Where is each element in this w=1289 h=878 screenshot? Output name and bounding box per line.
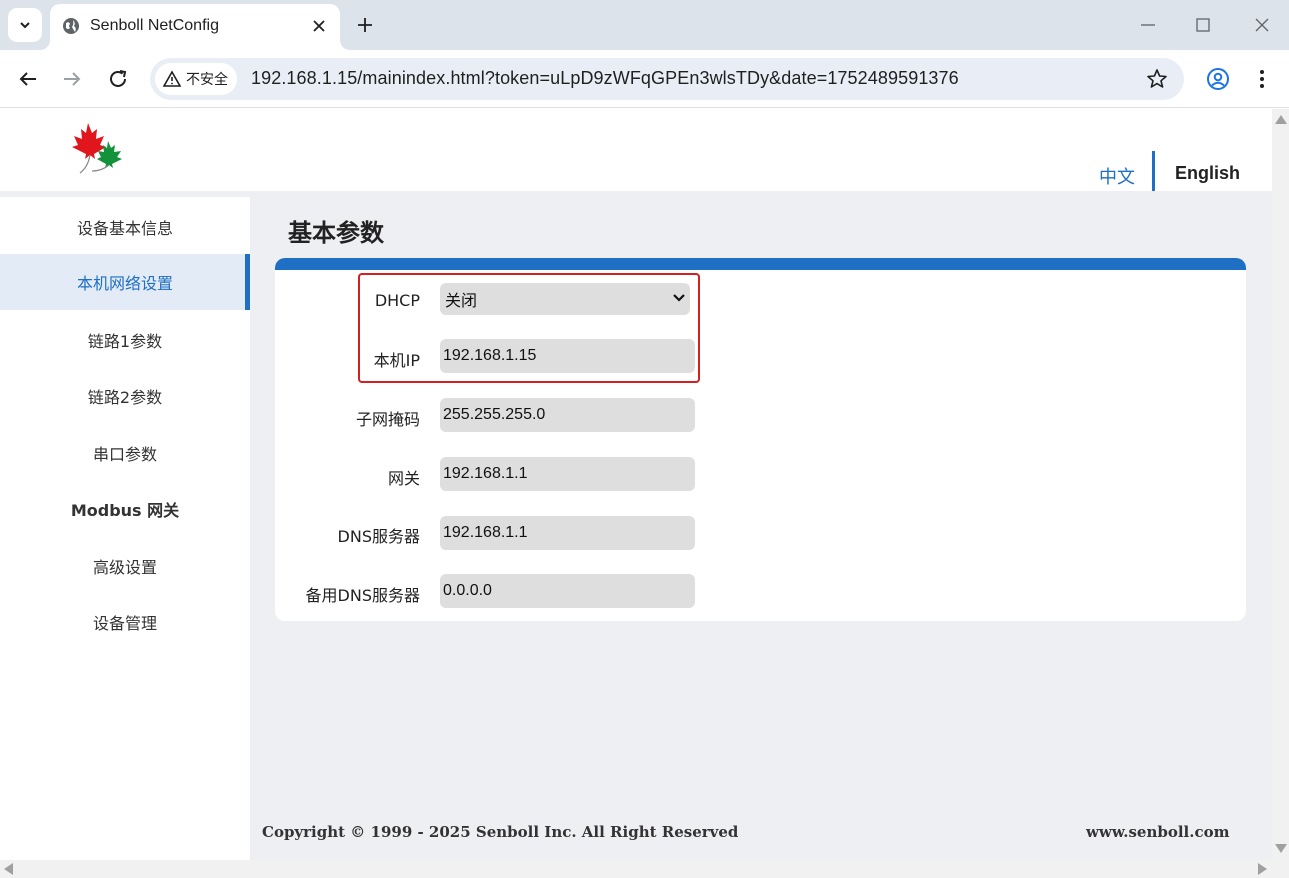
dhcp-label: DHCP <box>374 291 420 310</box>
sidebar-item-network-settings[interactable]: 本机网络设置 <box>0 254 250 310</box>
language-english-link[interactable]: English <box>1175 163 1240 184</box>
horizontal-scrollbar[interactable] <box>0 860 1272 878</box>
footer-copyright: Copyright © 1999 - 2025 Senboll Inc. All… <box>262 823 739 841</box>
security-chip[interactable]: 不安全 <box>155 63 237 95</box>
chevron-down-icon <box>673 294 685 302</box>
sidebar-item-modbus-gateway[interactable]: Modbus 网关 <box>0 481 250 537</box>
card-accent-bar <box>275 258 1246 270</box>
tab-title: Senboll NetConfig <box>90 17 219 34</box>
browser-toolbar: 不安全 192.168.1.15/mainindex.html?token=uL… <box>0 50 1289 108</box>
window-close-icon[interactable] <box>1251 14 1273 36</box>
language-chinese-link[interactable]: 中文 <box>1099 163 1135 189</box>
kebab-menu-icon[interactable] <box>1252 67 1272 91</box>
vertical-scrollbar[interactable] <box>1272 109 1289 860</box>
dhcp-selected-value: 关闭 <box>445 291 478 310</box>
gateway-input[interactable]: 192.168.1.1 <box>440 457 695 491</box>
address-bar[interactable]: 不安全 192.168.1.15/mainindex.html?token=uL… <box>150 58 1184 100</box>
subnet-input[interactable]: 255.255.255.0 <box>440 398 695 432</box>
profile-icon[interactable] <box>1206 67 1230 91</box>
new-tab-icon[interactable] <box>354 14 376 36</box>
reload-icon[interactable] <box>106 67 130 91</box>
footer-website[interactable]: www.senboll.com <box>1086 823 1229 841</box>
ip-label: 本机IP <box>373 351 420 370</box>
bookmark-star-icon[interactable] <box>1146 68 1168 90</box>
close-icon[interactable] <box>310 17 328 35</box>
sidebar-item-link2-params[interactable]: 链路2参数 <box>0 368 250 424</box>
security-label: 不安全 <box>186 72 228 88</box>
site-header: 中文 English <box>0 109 1272 191</box>
dns-label: DNS服务器 <box>337 527 420 546</box>
tab-strip: Senboll NetConfig <box>0 0 1289 50</box>
sidebar-item-device-management[interactable]: 设备管理 <box>0 594 250 650</box>
sidebar-item-link1-params[interactable]: 链路1参数 <box>0 312 250 368</box>
chevron-down-icon <box>20 22 30 29</box>
sidebar-nav: 设备基本信息 本机网络设置 链路1参数 链路2参数 串口参数 Modbus 网关… <box>0 197 250 860</box>
sidebar-item-device-info[interactable]: 设备基本信息 <box>0 199 250 255</box>
url-text[interactable]: 192.168.1.15/mainindex.html?token=uLpD9z… <box>251 68 959 89</box>
globe-icon <box>63 18 79 34</box>
maximize-icon[interactable] <box>1192 14 1214 36</box>
warning-icon <box>163 70 181 87</box>
maple-leaf-logo <box>72 123 122 174</box>
scroll-up-arrow[interactable] <box>1275 115 1287 124</box>
dhcp-select[interactable]: 关闭 <box>440 283 690 315</box>
language-divider <box>1152 151 1155 191</box>
scroll-left-arrow[interactable] <box>4 863 13 875</box>
back-arrow-icon[interactable] <box>16 67 40 91</box>
scroll-right-arrow[interactable] <box>1258 863 1267 875</box>
gateway-label: 网关 <box>387 469 420 488</box>
sidebar-item-advanced-settings[interactable]: 高级设置 <box>0 538 250 594</box>
dns-backup-input[interactable]: 0.0.0.0 <box>440 574 695 608</box>
dns-input[interactable]: 192.168.1.1 <box>440 516 695 550</box>
ip-input[interactable]: 192.168.1.15 <box>440 339 695 373</box>
minimize-icon[interactable] <box>1137 14 1159 36</box>
scroll-down-arrow[interactable] <box>1275 844 1287 853</box>
sidebar-item-serial-params[interactable]: 串口参数 <box>0 425 250 481</box>
subnet-label: 子网掩码 <box>355 410 420 429</box>
page-viewport: 中文 English 设备基本信息 本机网络设置 链路1参数 链路2参数 串口参… <box>0 109 1272 860</box>
section-title: 基本参数 <box>288 219 384 247</box>
tab-search-button[interactable] <box>8 8 42 42</box>
forward-arrow-icon[interactable] <box>60 67 84 91</box>
dns-backup-label: 备用DNS服务器 <box>305 586 420 605</box>
scrollbar-corner <box>1272 860 1289 878</box>
browser-tab[interactable]: Senboll NetConfig <box>50 4 340 50</box>
